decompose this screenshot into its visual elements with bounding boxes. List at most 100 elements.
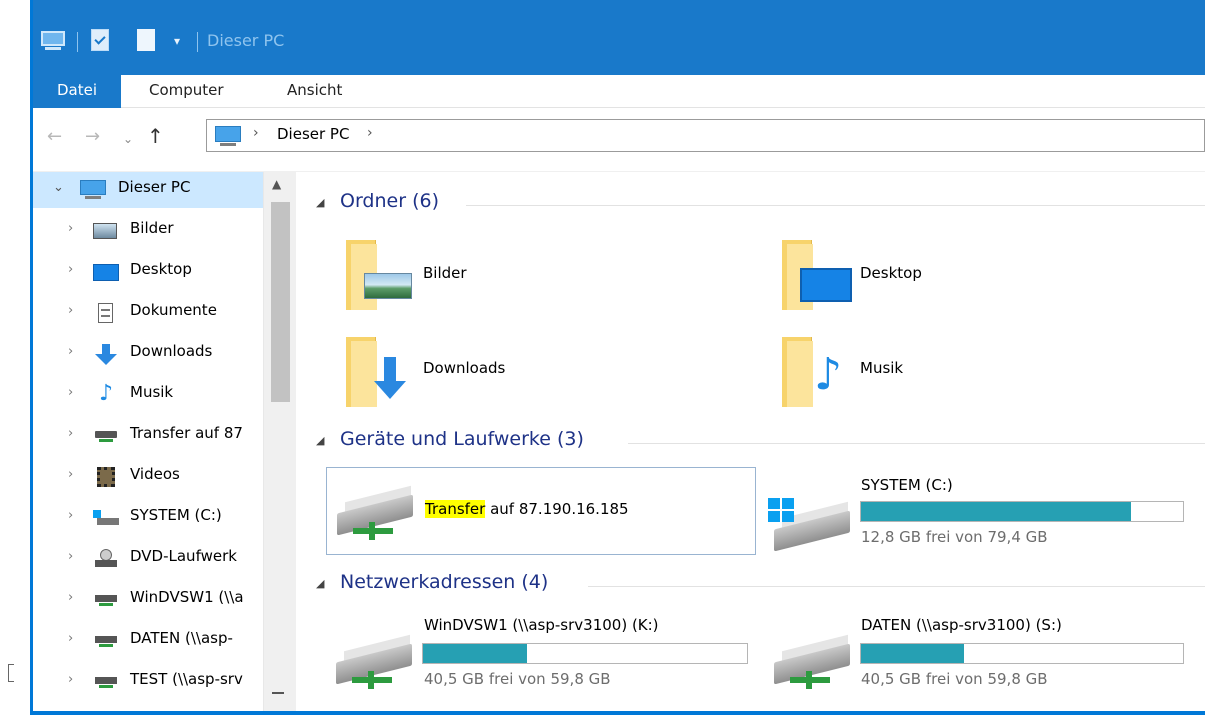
tree-item-transfer[interactable]: › Transfer auf 87 xyxy=(33,418,263,454)
properties-icon[interactable] xyxy=(91,27,111,55)
new-folder-icon[interactable] xyxy=(137,27,157,55)
expand-icon[interactable]: › xyxy=(68,303,73,318)
section-title: Geräte und Laufwerke (3) xyxy=(340,428,584,450)
network-section-header[interactable]: ◢ Netzwerkadressen (4) xyxy=(316,571,1205,601)
expand-icon[interactable]: › xyxy=(68,590,73,605)
desktop-icon xyxy=(93,262,119,282)
tab-computer[interactable]: Computer xyxy=(135,75,238,108)
tab-view[interactable]: Ansicht xyxy=(273,75,356,108)
expand-icon[interactable]: › xyxy=(68,344,73,359)
left-edge xyxy=(0,0,30,715)
folder-downloads-icon[interactable] xyxy=(346,337,426,407)
title-separator xyxy=(77,32,78,52)
devices-section-header[interactable]: ◢ Geräte und Laufwerke (3) xyxy=(316,428,1205,458)
folder-label-music[interactable]: Musik xyxy=(860,359,903,377)
pictures-icon xyxy=(93,221,119,241)
scroll-thumb[interactable] xyxy=(271,202,290,402)
scroll-up-icon[interactable]: ▲ xyxy=(272,177,281,191)
tree-item-label: Bilder xyxy=(130,219,174,237)
drive-usage-bar-system xyxy=(860,501,1184,522)
drive-label-windvsw1[interactable]: WinDVSW1 (\\asp-srv3100) (K:) xyxy=(424,616,659,634)
expand-icon[interactable]: › xyxy=(68,467,73,482)
breadcrumb-chevron-icon[interactable]: › xyxy=(253,125,259,141)
drive-usage-fill xyxy=(861,644,965,663)
address-bar[interactable]: › Dieser PC › xyxy=(206,119,1205,152)
tree-item-label: SYSTEM (C:) xyxy=(130,506,222,524)
expand-icon[interactable]: › xyxy=(68,508,73,523)
folder-label-downloads[interactable]: Downloads xyxy=(423,359,505,377)
collapse-icon[interactable]: ⌄ xyxy=(53,180,64,195)
drive-label-daten[interactable]: DATEN (\\asp-srv3100) (S:) xyxy=(861,616,1062,634)
tree-item-label: Transfer auf 87 xyxy=(130,424,243,442)
back-arrow-icon[interactable]: ← xyxy=(47,126,62,147)
tree-item-videos[interactable]: › Videos xyxy=(33,459,263,495)
tree-item-desktop[interactable]: › Desktop xyxy=(33,254,263,290)
tree-item-system-c[interactable]: › SYSTEM (C:) xyxy=(33,500,263,536)
navigation-bar: ← → ⌄ ↑ › Dieser PC › xyxy=(33,108,1205,172)
section-divider xyxy=(466,205,1205,206)
collapse-triangle-icon[interactable]: ◢ xyxy=(316,434,324,447)
ribbon-tabs: Datei Computer Ansicht xyxy=(33,75,1205,108)
downloads-icon xyxy=(93,344,119,365)
expand-icon[interactable]: › xyxy=(68,385,73,400)
expand-icon[interactable]: › xyxy=(68,426,73,441)
breadcrumb-chevron-icon[interactable]: › xyxy=(367,125,373,141)
tree-item-label: TEST (\\asp-srv xyxy=(130,670,243,688)
title-bar: ▾ Dieser PC xyxy=(33,0,1205,75)
recent-locations-icon[interactable]: ⌄ xyxy=(123,132,133,146)
folder-music-icon[interactable]: ♪ xyxy=(782,337,862,407)
window-bottom-border xyxy=(30,711,1205,715)
expand-icon[interactable]: › xyxy=(68,549,73,564)
scroll-down-icon[interactable] xyxy=(272,692,284,694)
drive-transfer[interactable]: Transfer auf 87.190.16.185 xyxy=(326,467,756,555)
tree-item-downloads[interactable]: › Downloads xyxy=(33,336,263,372)
expand-icon[interactable]: › xyxy=(68,221,73,236)
collapse-triangle-icon[interactable]: ◢ xyxy=(316,196,324,209)
documents-icon xyxy=(93,303,119,323)
tree-item-daten[interactable]: › DATEN (\\asp- xyxy=(33,623,263,659)
expand-icon[interactable]: › xyxy=(68,672,73,687)
network-drive-icon xyxy=(93,590,119,610)
network-drive-icon[interactable] xyxy=(774,634,854,695)
customize-quick-access-icon[interactable]: ▾ xyxy=(174,27,188,55)
folder-pictures-icon[interactable] xyxy=(346,240,426,310)
drive-usage-fill xyxy=(861,502,1132,521)
tree-item-documents[interactable]: › Dokumente xyxy=(33,295,263,331)
tree-item-dvd[interactable]: › DVD-Laufwerk xyxy=(33,541,263,577)
folder-label-desktop[interactable]: Desktop xyxy=(860,264,922,282)
section-title: Netzwerkadressen (4) xyxy=(340,571,549,593)
drive-label-system[interactable]: SYSTEM (C:) xyxy=(861,476,953,494)
title-separator xyxy=(197,32,198,52)
folders-section-header[interactable]: ◢ Ordner (6) xyxy=(316,190,1205,220)
this-pc-icon xyxy=(80,180,106,200)
tree-item-label: DVD-Laufwerk xyxy=(130,547,237,565)
tab-file[interactable]: Datei xyxy=(33,75,121,108)
network-drive-icon xyxy=(93,426,119,446)
tree-item-test[interactable]: › TEST (\\asp-srv xyxy=(33,664,263,700)
tree-item-label: Musik xyxy=(130,383,174,401)
collapse-triangle-icon[interactable]: ◢ xyxy=(316,577,324,590)
breadcrumb-this-pc[interactable]: Dieser PC xyxy=(277,125,349,143)
tree-item-pictures[interactable]: › Bilder xyxy=(33,213,263,249)
tree-item-this-pc[interactable]: ⌄ Dieser PC xyxy=(33,172,265,208)
dvd-drive-icon xyxy=(93,549,119,569)
system-drive-icon[interactable] xyxy=(768,498,854,562)
network-drive-icon xyxy=(93,672,119,692)
nav-scrollbar[interactable]: ▲ xyxy=(263,172,296,711)
explorer-window: ▾ Dieser PC Datei Computer Ansicht ← → ⌄… xyxy=(0,0,1205,715)
tree-item-windvsw1[interactable]: › WinDVSW1 (\\a xyxy=(33,582,263,618)
window-title: Dieser PC xyxy=(207,31,285,50)
section-divider xyxy=(588,586,1205,587)
folder-desktop-icon[interactable] xyxy=(782,240,862,310)
folder-label-pictures[interactable]: Bilder xyxy=(423,264,467,282)
network-drive-icon[interactable] xyxy=(336,634,416,695)
tree-item-label: Dokumente xyxy=(130,301,217,319)
edge-bracket xyxy=(8,664,14,682)
tree-item-label: Dieser PC xyxy=(118,178,191,196)
expand-icon[interactable]: › xyxy=(68,262,73,277)
up-arrow-icon[interactable]: ↑ xyxy=(147,124,164,148)
forward-arrow-icon[interactable]: → xyxy=(85,126,100,147)
tree-item-music[interactable]: › ♪ Musik xyxy=(33,377,263,413)
expand-icon[interactable]: › xyxy=(68,631,73,646)
this-pc-icon[interactable] xyxy=(41,27,67,55)
